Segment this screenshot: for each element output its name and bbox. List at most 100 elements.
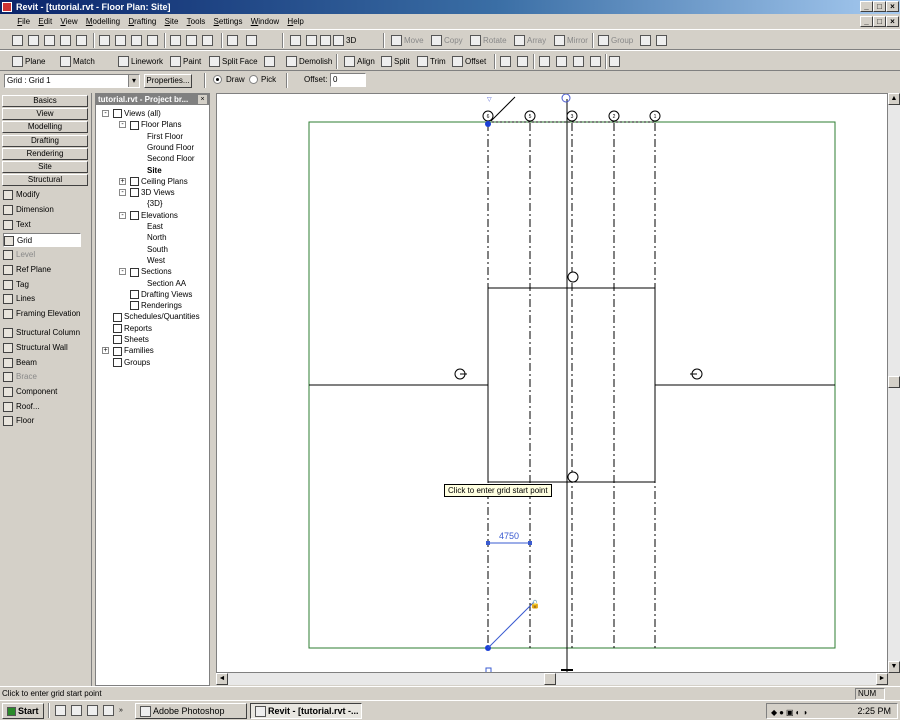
pin-icon[interactable] [500, 56, 511, 68]
zoom-menu-icon[interactable] [320, 35, 331, 47]
grid-bubble-5[interactable]: 5 [524, 110, 536, 122]
horizontal-scrollbar[interactable]: ◄ ► [216, 673, 888, 685]
spot-dimension-icon[interactable] [573, 56, 584, 68]
structural-wall-tool[interactable]: Structural Wall [3, 341, 89, 355]
tree-node[interactable]: 3D Views [130, 187, 175, 198]
scroll-up-icon[interactable]: ▲ [888, 93, 900, 105]
browser-close-icon[interactable]: × [198, 95, 207, 104]
menu-file[interactable]: File [14, 14, 33, 29]
framing-elevation-tool[interactable]: Framing Elevation [3, 307, 89, 321]
new-icon[interactable] [12, 35, 23, 47]
save-all-icon[interactable] [60, 35, 71, 47]
structural-column-tool[interactable]: Structural Column [3, 326, 89, 340]
tag-tool[interactable]: Tag [3, 278, 89, 292]
desktop-icon[interactable] [55, 705, 66, 717]
unpin-icon[interactable] [517, 56, 528, 68]
3d-view-button[interactable]: 3D [333, 34, 356, 47]
dynamic-view-icon[interactable] [290, 35, 301, 47]
delete-icon[interactable] [147, 35, 158, 47]
elevation-marker-west[interactable] [454, 368, 467, 380]
close-button[interactable]: × [886, 1, 899, 12]
tree-node[interactable]: South [147, 244, 168, 255]
vertical-scrollbar[interactable]: ▲ ▼ [888, 93, 900, 673]
tree-node[interactable]: Site [147, 165, 162, 176]
drawing-area[interactable]: 6 5 3 2 1 ▽ 🔓 4750 Click to enter grid s… [216, 93, 888, 673]
tree-node[interactable]: Floor Plans [130, 119, 181, 130]
paint-button[interactable]: Paint [170, 55, 201, 68]
tab-rendering[interactable]: Rendering [2, 148, 88, 160]
floor-tool[interactable]: Floor [3, 414, 89, 428]
pick-radio[interactable] [249, 75, 258, 84]
copy-button[interactable]: Copy [431, 34, 463, 47]
menu-window[interactable]: Window [248, 14, 282, 29]
tree-expander[interactable]: + [119, 177, 126, 185]
scroll-left-icon[interactable]: ◄ [216, 673, 228, 685]
menu-site[interactable]: Site [162, 14, 182, 29]
tree-node[interactable]: Ground Floor [147, 142, 194, 153]
tree-node[interactable]: North [147, 232, 167, 243]
tree-expander[interactable]: - [119, 189, 126, 197]
level-tool[interactable]: Level [3, 248, 89, 262]
start-button[interactable]: Start [2, 703, 44, 719]
elevation-marker-east[interactable] [690, 368, 703, 380]
component-tool[interactable]: Component [3, 385, 89, 399]
linework-button[interactable]: Linework [118, 55, 163, 68]
text-tool[interactable]: Text [3, 218, 89, 232]
horizontal-scroll-thumb[interactable] [544, 673, 556, 685]
tree-node[interactable]: Sheets [113, 334, 149, 345]
ref-plane-tool[interactable]: Ref Plane [3, 263, 89, 277]
menu-drafting[interactable]: Drafting [125, 14, 159, 29]
doc-restore-button[interactable]: □ [873, 16, 886, 27]
scroll-right-icon[interactable]: ► [876, 673, 888, 685]
site-plan-view[interactable]: 6 5 3 2 1 ▽ 🔓 4750 [217, 94, 888, 673]
dimension-tool[interactable]: Dimension [3, 203, 89, 217]
grid-bubble-3[interactable]: 3 [566, 110, 578, 122]
properties-button[interactable]: Properties... [144, 74, 192, 88]
tree-node[interactable]: Drafting Views [130, 289, 192, 300]
tag-tool-icon[interactable] [590, 56, 601, 68]
temporary-dimension[interactable]: 4750 [486, 531, 532, 545]
array-button[interactable]: Array [514, 34, 546, 47]
grid-bubble-6[interactable]: 6 [482, 110, 494, 122]
task-photoshop[interactable]: Adobe Photoshop [135, 703, 247, 719]
tree-node[interactable]: Section AA [147, 278, 186, 289]
save-icon[interactable] [44, 35, 55, 47]
tree-node[interactable]: Ceiling Plans [130, 176, 188, 187]
vertical-scroll-thumb[interactable] [888, 376, 900, 388]
minimize-button[interactable]: _ [860, 1, 873, 12]
beam-tool[interactable]: Beam [3, 356, 89, 370]
tab-structural[interactable]: Structural [2, 174, 88, 186]
open-icon[interactable] [28, 35, 39, 47]
tab-site[interactable]: Site [2, 161, 88, 173]
ie-icon[interactable] [71, 705, 82, 717]
dropdown-arrow-icon[interactable]: ▾ [128, 75, 139, 87]
roof-tool[interactable]: Roof... [3, 400, 89, 414]
draw-radio[interactable] [213, 75, 222, 84]
tab-basics[interactable]: Basics [2, 95, 88, 107]
rotate-button[interactable]: Rotate [470, 34, 507, 47]
tab-view[interactable]: View [2, 108, 88, 120]
tree-node[interactable]: Elevations [130, 210, 178, 221]
tree-node[interactable]: Renderings [130, 300, 182, 311]
lines-tool[interactable]: Lines [3, 292, 89, 306]
print-icon[interactable] [76, 35, 87, 47]
doc-minimize-button[interactable]: _ [860, 16, 873, 27]
quicklaunch-icon[interactable] [103, 705, 114, 717]
undo-icon[interactable] [170, 35, 181, 47]
modify-tool[interactable]: Modify [3, 188, 89, 202]
maximize-button[interactable]: □ [873, 1, 886, 12]
tree-node[interactable]: Schedules/Quantities [113, 311, 200, 322]
tree-node[interactable]: Families [113, 345, 154, 356]
type-selector[interactable]: Grid : Grid 1 ▾ [4, 74, 140, 88]
tree-expander[interactable]: - [119, 211, 126, 219]
revit-app-icon[interactable] [2, 2, 12, 12]
match-button[interactable]: Match [60, 55, 95, 68]
offset-button[interactable]: Offset [452, 55, 486, 68]
zoom-icon[interactable] [306, 35, 317, 47]
tray-icons[interactable]: ◆●▣◐◑ [771, 706, 831, 717]
tree-node[interactable]: West [147, 255, 165, 266]
trim-button[interactable]: Trim [417, 55, 446, 68]
tree-node[interactable]: Groups [113, 357, 150, 368]
paste-icon[interactable] [131, 35, 142, 47]
tree-node[interactable]: Sections [130, 266, 172, 277]
